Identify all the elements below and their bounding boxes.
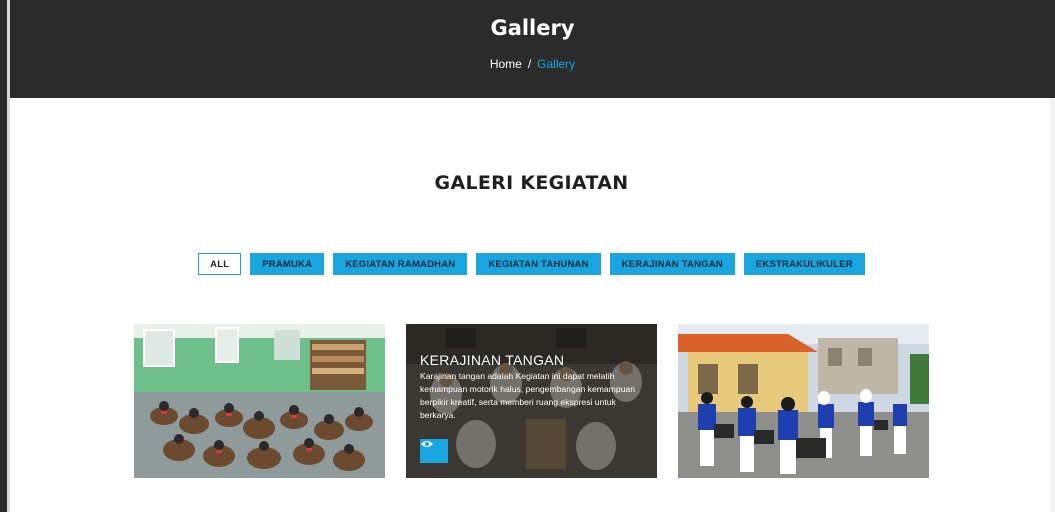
filter-bar: ALL PRAMUKA KEGIATAN RAMADHAN KEGIATAN T… [10,253,1053,275]
page-header: Gallery Home / Gallery [10,0,1055,98]
eye-icon [421,441,433,447]
breadcrumb-current: Gallery [537,57,576,71]
gallery-item-kerajinan-tangan[interactable]: KERAJINAN TANGAN Karajinan tangan adalah… [406,324,657,478]
filter-pramuka[interactable]: PRAMUKA [250,253,325,275]
card-description: Karajinan tangan adalah Kegiatan ini dap… [420,371,635,420]
gallery-grid: KERAJINAN TANGAN Karajinan tangan adalah… [134,324,929,478]
card-title: KERAJINAN TANGAN [420,352,565,368]
scrollbar[interactable] [1050,98,1055,512]
filter-all[interactable]: ALL [198,253,242,275]
drum-band-photo [678,324,929,478]
classroom-photo [134,324,385,478]
gallery-item-classroom[interactable] [134,324,385,478]
view-button[interactable] [420,439,448,463]
filter-kerajinan-tangan[interactable]: KERAJINAN TANGAN [609,253,735,275]
page-title: Gallery [490,16,575,40]
filter-kegiatan-ramadhan[interactable]: KEGIATAN RAMADHAN [333,253,468,275]
filter-kegiatan-tahunan[interactable]: KEGIATAN TAHUNAN [476,253,601,275]
card-overlay: KERAJINAN TANGAN Karajinan tangan adalah… [406,324,657,478]
page-frame: Gallery Home / Gallery GALERI KEGIATAN ALL… [0,0,1055,512]
breadcrumb-home-link[interactable]: Home [490,57,522,71]
gallery-item-drum-band[interactable] [678,324,929,478]
section-title: GALERI KEGIATAN [434,172,629,194]
breadcrumb: Home / Gallery [10,57,1055,71]
breadcrumb-separator: / [527,57,532,71]
gallery-section: GALERI KEGIATAN ALL PRAMUKA KEGIATAN RAM… [10,98,1053,512]
filter-ekstrakulikuler[interactable]: EKSTRAKULIKULER [743,253,865,275]
